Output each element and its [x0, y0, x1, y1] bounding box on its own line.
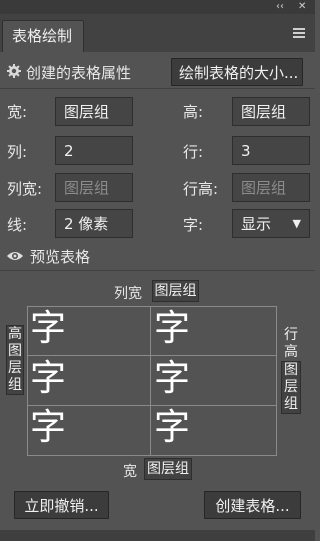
char-label: 字: — [183, 216, 204, 234]
divider — [0, 270, 315, 271]
table-size-button[interactable]: 绘制表格的大小... — [171, 58, 303, 86]
line-width-field[interactable]: 2 像素 — [55, 209, 133, 238]
height-label: 高: — [183, 103, 204, 121]
panel-title-bar: ‹‹ ✕ — [0, 0, 315, 14]
preview-col-width-label: 列宽 — [114, 286, 142, 302]
preview-cell: 字 — [30, 308, 67, 349]
preview-cell: 字 — [30, 358, 67, 399]
preview-width-label: 宽 — [123, 464, 137, 480]
cols-field[interactable]: 2 — [55, 136, 133, 165]
line-label: 线: — [7, 216, 28, 234]
chevron-down-icon: ▼ — [292, 217, 301, 230]
col-width-label: 列宽: — [7, 180, 43, 198]
panel-resize-bar[interactable] — [0, 530, 315, 541]
preview-width-value: 图层组 — [144, 458, 192, 480]
section-title-preview: 预览表格 — [30, 248, 91, 266]
section-title-create: 创建的表格属性 — [26, 64, 132, 82]
preview-cell: 字 — [30, 407, 67, 448]
height-field[interactable]: 图层组 — [232, 97, 310, 126]
char-display-value: 显示 — [241, 215, 272, 233]
close-icon[interactable]: ✕ — [298, 0, 306, 14]
divider — [0, 88, 315, 89]
undo-button[interactable]: 立即撤销... — [14, 491, 109, 519]
preview-cell: 字 — [154, 308, 191, 349]
col-width-field[interactable]: 图层组 — [55, 173, 133, 202]
eye-icon — [6, 248, 24, 262]
row-height-field[interactable]: 图层组 — [232, 173, 310, 202]
width-label: 宽: — [7, 103, 28, 121]
tab-table-draw[interactable]: 表格绘制 — [2, 20, 84, 52]
preview-row-height-label: 行 高 图 层 组 — [281, 327, 301, 415]
preview-cell: 字 — [154, 358, 191, 399]
rows-label: 行: — [183, 143, 204, 161]
width-field[interactable]: 图层组 — [55, 97, 133, 126]
rows-field[interactable]: 3 — [232, 136, 310, 165]
collapse-icon[interactable]: ‹‹ — [276, 0, 284, 14]
cols-label: 列: — [7, 143, 28, 161]
preview-height-label: 高 图 层 组 — [6, 325, 24, 395]
panel-menu-icon[interactable] — [293, 28, 305, 40]
preview-table: 字 字 字 字 字 字 — [27, 306, 277, 456]
row-height-label: 行高: — [183, 180, 219, 198]
char-display-select[interactable]: 显示 ▼ — [232, 209, 310, 238]
create-table-button[interactable]: 创建表格... — [204, 491, 301, 519]
preview-cell: 字 — [154, 407, 191, 448]
preview-col-width-value: 图层组 — [152, 280, 199, 302]
gear-icon — [6, 63, 22, 79]
